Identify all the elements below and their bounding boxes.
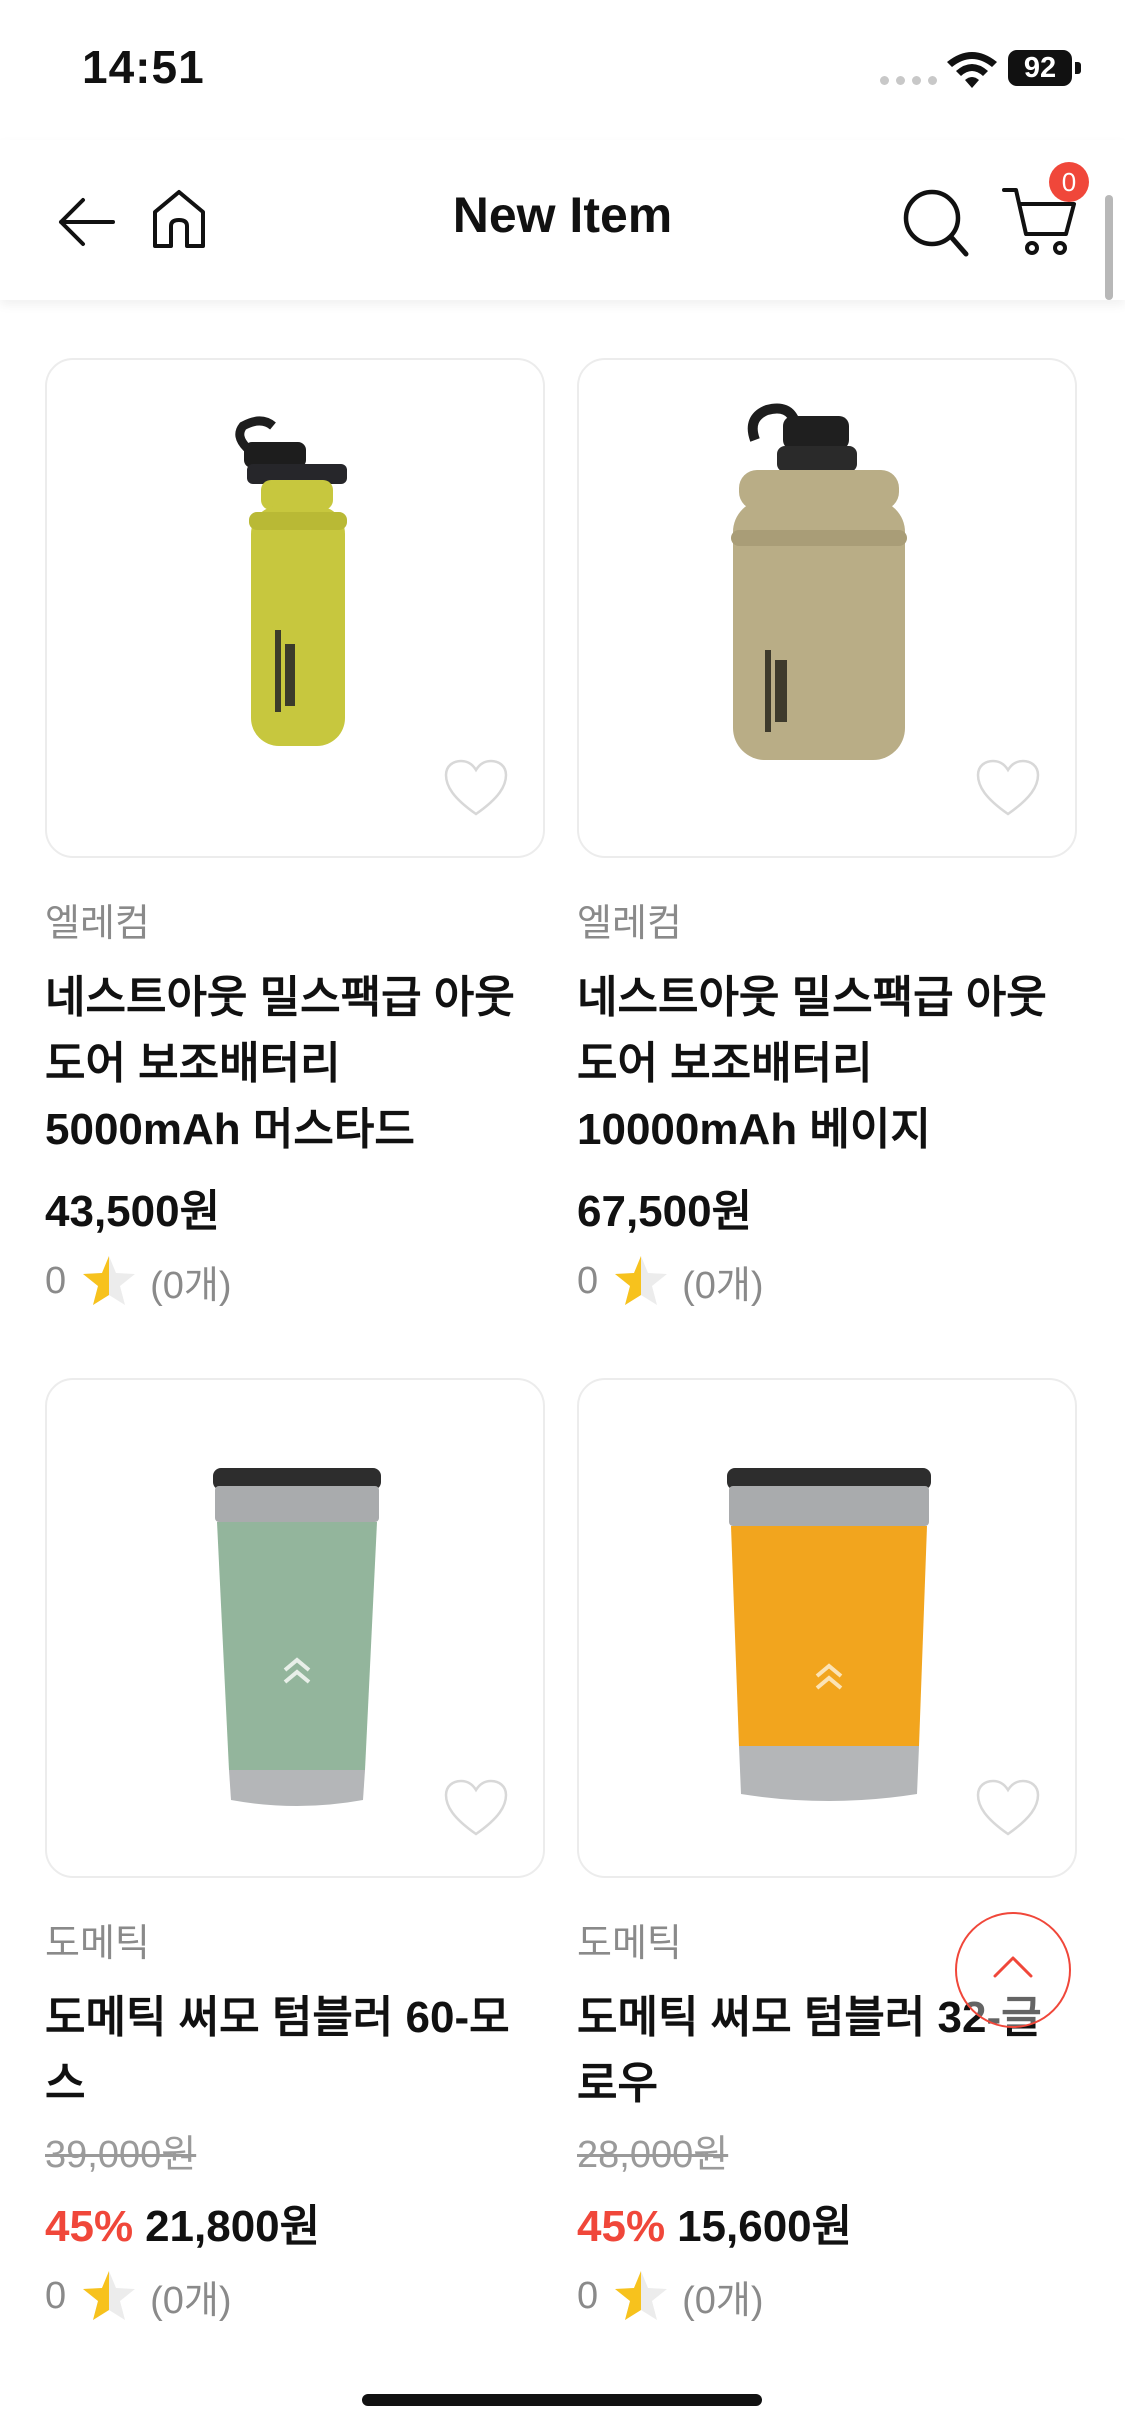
- product-image[interactable]: [577, 358, 1077, 858]
- rating-score: 0: [577, 2274, 599, 2317]
- scrollbar[interactable]: [1105, 195, 1113, 300]
- half-star-icon: [615, 2271, 668, 2320]
- product-card[interactable]: 엘레컴 네스트아웃 밀스팩급 아웃도어 보조배터리 5000mAh 머스타드 4…: [45, 358, 545, 1309]
- rating-score: 0: [45, 1259, 67, 1302]
- half-star-icon: [615, 1256, 668, 1305]
- original-price: 39,000원: [45, 2134, 197, 2176]
- wishlist-heart-icon[interactable]: [975, 758, 1041, 818]
- product-list-screen: 14:51 92 New Item 0 엘레컴 네스트아웃 밀스팩급 아웃도어 …: [0, 0, 1125, 2436]
- product-rating: 0 (0개): [45, 1253, 545, 1309]
- review-count: (0개): [150, 1264, 232, 1307]
- half-star-icon: [83, 1256, 136, 1305]
- search-icon[interactable]: [900, 184, 972, 260]
- product-price-row: 45% 21,800원: [45, 2190, 545, 2254]
- product-rating: 0 (0개): [577, 2268, 1077, 2324]
- product-name[interactable]: 도메틱 써모 텀블러 60-모스: [45, 1985, 545, 2117]
- wishlist-heart-icon[interactable]: [443, 1778, 509, 1838]
- review-count: (0개): [682, 2279, 764, 2322]
- product-image[interactable]: [45, 358, 545, 858]
- navigation-bar: New Item 0: [0, 140, 1125, 300]
- battery-nub: [1075, 62, 1081, 74]
- wifi-icon: [947, 52, 997, 88]
- product-image[interactable]: [577, 1378, 1077, 1878]
- product-price: 21,800원: [145, 2202, 321, 2251]
- half-star-icon: [83, 2271, 136, 2320]
- product-rating: 0 (0개): [577, 1253, 1077, 1309]
- discount-rate: 45%: [577, 2202, 666, 2251]
- product-brand: 엘레컴: [577, 903, 682, 945]
- cellular-signal-icon: [880, 76, 937, 85]
- home-icon[interactable]: [147, 186, 211, 254]
- product-price: 15,600원: [677, 2202, 853, 2251]
- rating-score: 0: [577, 1259, 599, 1302]
- product-name[interactable]: 네스트아웃 밀스팩급 아웃도어 보조배터리 10000mAh 베이지: [577, 965, 1077, 1163]
- product-image[interactable]: [45, 1378, 545, 1878]
- product-card[interactable]: 도메틱 도메틱 써모 텀블러 60-모스 39,000원 45% 21,800원 …: [45, 1378, 545, 2324]
- original-price: 28,000원: [577, 2134, 729, 2176]
- back-arrow-icon[interactable]: [55, 190, 119, 254]
- product-card[interactable]: 엘레컴 네스트아웃 밀스팩급 아웃도어 보조배터리 10000mAh 베이지 6…: [577, 358, 1077, 1309]
- status-bar: 14:51 92: [0, 0, 1125, 140]
- product-brand: 엘레컴: [45, 903, 150, 945]
- home-indicator: [362, 2394, 762, 2406]
- wishlist-heart-icon[interactable]: [975, 1778, 1041, 1838]
- product-card[interactable]: 도메틱 도메틱 써모 텀블러 32-글로우 28,000원 45% 15,600원…: [577, 1378, 1077, 2324]
- status-time: 14:51: [82, 41, 205, 93]
- cart-count-badge: 0: [1049, 162, 1089, 202]
- product-rating: 0 (0개): [45, 2268, 545, 2324]
- battery-indicator: 92: [1008, 50, 1072, 86]
- product-price: 67,500원: [577, 1187, 753, 1236]
- product-brand: 도메틱: [45, 1923, 150, 1965]
- product-price-row: 45% 15,600원: [577, 2190, 1077, 2254]
- discount-rate: 45%: [45, 2202, 134, 2251]
- review-count: (0개): [150, 2279, 232, 2322]
- wishlist-heart-icon[interactable]: [443, 758, 509, 818]
- product-price: 43,500원: [45, 1187, 221, 1236]
- review-count: (0개): [682, 1264, 764, 1307]
- product-name[interactable]: 네스트아웃 밀스팩급 아웃도어 보조배터리 5000mAh 머스타드: [45, 965, 545, 1163]
- rating-score: 0: [45, 2274, 67, 2317]
- chevron-up-icon: [993, 1956, 1033, 1978]
- scroll-to-top-button[interactable]: [955, 1912, 1071, 2028]
